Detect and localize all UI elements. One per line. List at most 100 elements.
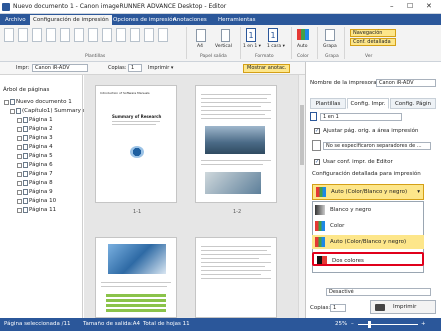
copies-input[interactable]: 1 [128, 64, 142, 72]
detailed-config-toggle[interactable]: Conf. detallada [350, 38, 396, 46]
preview-scrollbar[interactable] [298, 75, 305, 318]
use-printer-conf-checkbox[interactable]: ✓ [314, 159, 320, 165]
orientation-label[interactable]: Vertical [215, 44, 232, 49]
auto-color-icon [315, 237, 325, 247]
tree-checkbox[interactable] [17, 135, 22, 141]
tab-config-impr[interactable]: Config. Impr. [347, 98, 389, 109]
page-preview-area[interactable]: Introduction of Software Manuals Summary… [84, 75, 298, 318]
separator-select[interactable]: No se especificaron separadores de ... [323, 142, 431, 150]
navigation-toggle[interactable]: Navegación [350, 29, 396, 37]
tree-item[interactable]: Página 4 [17, 144, 53, 150]
zoom-in-button[interactable]: + [421, 318, 426, 331]
tree-checkbox[interactable] [17, 207, 22, 213]
print-button[interactable]: Imprimir ▾ [148, 65, 173, 71]
template-thumb[interactable] [18, 28, 28, 42]
tree-item[interactable]: Página 10 [17, 198, 56, 204]
tree-checkbox[interactable] [17, 189, 22, 195]
template-thumb[interactable] [4, 28, 14, 42]
adjust-checkbox[interactable]: ✓ [314, 128, 320, 134]
tree-checkbox[interactable] [17, 117, 22, 123]
sides-icon[interactable]: 1 [268, 28, 278, 42]
tree-item[interactable]: (Capítulo1) Summary o [10, 108, 86, 114]
color-mode-icon[interactable] [297, 29, 309, 40]
scroll-thumb[interactable] [300, 105, 304, 165]
text-line [201, 254, 271, 255]
tree-checkbox[interactable] [17, 171, 22, 177]
template-thumb[interactable] [32, 28, 42, 42]
preview-page-3[interactable] [95, 237, 177, 318]
preview-page-2[interactable] [195, 85, 277, 203]
printer-select[interactable]: Canon iR-ADV [32, 64, 88, 72]
black-white-icon [315, 205, 325, 215]
tree-checkbox[interactable] [17, 144, 22, 150]
tree-checkbox[interactable] [10, 108, 15, 114]
minimize-button[interactable]: – [390, 2, 394, 10]
tree-checkbox[interactable] [4, 99, 9, 105]
tree-item-label: Página 1 [29, 117, 53, 123]
tree-checkbox[interactable] [17, 153, 22, 159]
tab-config-pagin[interactable]: Config. Págin [390, 98, 436, 109]
tab-anotaciones[interactable]: Anotaciones [170, 15, 210, 25]
tree-checkbox[interactable] [17, 162, 22, 168]
app-icon [2, 3, 10, 11]
tree-item[interactable]: Página 5 [17, 153, 53, 159]
template-thumb[interactable] [60, 28, 70, 42]
print-button[interactable]: Imprimir [370, 300, 436, 314]
tree-item[interactable]: Página 8 [17, 180, 53, 186]
staple-label[interactable]: Grapa [323, 44, 337, 49]
zoom-out-button[interactable]: – [351, 318, 354, 331]
page-label-1: 1-1 [133, 209, 142, 215]
template-thumb[interactable] [46, 28, 56, 42]
tab-archivo[interactable]: Archivo [2, 15, 29, 25]
color-mode-select[interactable]: Auto (Color/Blanco y negro) ▾ [312, 184, 424, 200]
tab-herramientas[interactable]: Herramientas [215, 15, 258, 25]
tree-item[interactable]: Página 1 [17, 117, 53, 123]
text-line [201, 94, 271, 95]
copies-input[interactable]: 1 [330, 304, 346, 312]
show-annotations-button[interactable]: Mostrar anotac. [243, 64, 291, 73]
template-thumb[interactable] [102, 28, 112, 42]
tree-item[interactable]: Página 7 [17, 171, 53, 177]
preview-page-4[interactable] [195, 237, 277, 318]
option-auto[interactable]: Auto (Color/Blanco y negro) [312, 235, 424, 249]
template-thumb[interactable] [88, 28, 98, 42]
n-up-select[interactable]: 1 en 1 [320, 113, 402, 121]
option-dos-colores[interactable]: Dos colores [312, 252, 424, 266]
sides-label[interactable]: 1 cara ▾ [267, 44, 285, 49]
template-thumb[interactable] [116, 28, 126, 42]
preview-page-1[interactable]: Introduction of Software Manuals Summary… [95, 85, 177, 203]
maximize-button[interactable]: ☐ [407, 2, 413, 10]
tree-item[interactable]: Página 2 [17, 126, 53, 132]
zoom-slider[interactable] [358, 324, 418, 325]
template-thumb[interactable] [158, 28, 168, 42]
pages-per-sheet-label[interactable]: 1 en 1 ▾ [243, 44, 261, 49]
tree-checkbox[interactable] [17, 126, 22, 132]
option-color[interactable]: Color [312, 219, 424, 233]
tab-plantillas[interactable]: Plantillas [310, 98, 346, 109]
tree-checkbox[interactable] [17, 180, 22, 186]
option-blanco-negro[interactable]: Blanco y negro [312, 203, 424, 217]
tree-item[interactable]: Página 3 [17, 135, 53, 141]
tab-opciones-impresion[interactable]: Opciones de impresión [110, 15, 179, 25]
tab-configuracion-impresion[interactable]: Configuración de impresión [30, 15, 112, 25]
tree-item[interactable]: Página 9 [17, 189, 53, 195]
close-button[interactable]: ✕ [426, 2, 432, 10]
pages-per-sheet-icon[interactable]: 1 [246, 28, 256, 42]
zoom-slider-thumb[interactable] [368, 321, 371, 328]
paper-size-icon[interactable] [196, 29, 206, 42]
two-colors-icon [317, 256, 327, 264]
template-thumb[interactable] [144, 28, 154, 42]
paper-size-label[interactable]: A4 [197, 44, 203, 49]
tree-item[interactable]: Página 11 [17, 207, 56, 213]
tree-item[interactable]: Nuevo documento 1 [4, 99, 72, 105]
color-mode-label[interactable]: Auto [297, 44, 307, 49]
printer-name-select[interactable]: Canon iR-ADV [376, 79, 436, 87]
template-thumb[interactable] [130, 28, 140, 42]
staple-icon[interactable] [325, 29, 335, 41]
orientation-icon[interactable] [221, 29, 230, 42]
tree-checkbox[interactable] [17, 198, 22, 204]
bottom-setting-select[interactable]: Desactivé [326, 288, 431, 296]
photo-image [205, 172, 261, 194]
tree-item[interactable]: Página 6 [17, 162, 53, 168]
template-thumb[interactable] [74, 28, 84, 42]
